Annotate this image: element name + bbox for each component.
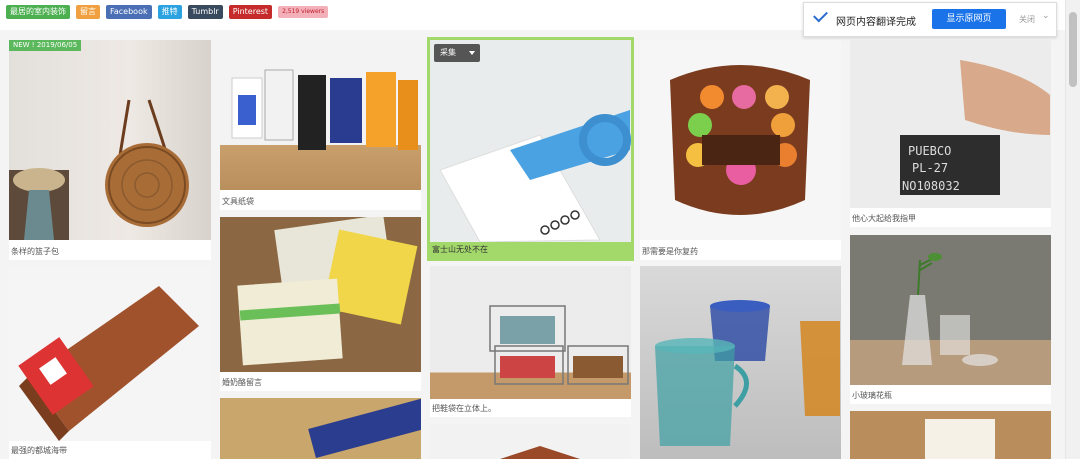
card-caption: 文具纸袋 [222, 197, 254, 206]
tag-pinterest[interactable]: Pinterest [228, 5, 273, 19]
svg-text:PUEBCO: PUEBCO [908, 144, 951, 158]
product-card[interactable]: PUEBCO PL-27 NO108032 他心大起给我指甲 [850, 40, 1051, 227]
tag-interior[interactable]: 最居的室内装饰 [6, 5, 70, 19]
chevron-down-icon[interactable]: ⌄ [1042, 11, 1050, 21]
product-card[interactable]: 最强的都城海带 [9, 266, 211, 459]
close-button[interactable]: 关闭 [1019, 14, 1035, 25]
tag-tumblr[interactable]: Tumblr [187, 5, 223, 19]
product-card[interactable]: 小玻璃花瓶 [850, 235, 1051, 404]
product-image[interactable]: PUEBCO PL-27 NO108032 [850, 40, 1051, 208]
tag-facebook[interactable]: Facebook [106, 5, 152, 19]
product-image[interactable] [430, 40, 631, 242]
tag-twitter[interactable]: 推特 [157, 5, 182, 19]
new-badge: NEW ! 2019/06/05 [9, 40, 82, 51]
product-card[interactable]: 文具纸袋 [220, 40, 421, 210]
product-image[interactable] [850, 235, 1051, 385]
product-card-selected[interactable]: 采集 富士山无处不在 [430, 40, 631, 258]
card-caption: 富士山无处不在 [430, 242, 631, 258]
product-image[interactable] [9, 40, 211, 240]
card-caption: 婚奶酪留言 [222, 378, 262, 387]
product-image[interactable] [220, 217, 421, 372]
tag-comment[interactable]: 留言 [76, 5, 100, 19]
card-caption: 他心大起给我指甲 [852, 214, 916, 223]
collect-label: 采集 [440, 48, 456, 57]
product-image[interactable] [430, 266, 631, 399]
tag-viewers: 2,519 viewers [278, 6, 329, 18]
svg-text:PL-27: PL-27 [912, 161, 948, 175]
product-image[interactable] [850, 411, 1051, 459]
product-image[interactable] [220, 40, 421, 190]
product-image[interactable] [640, 266, 841, 459]
chevron-down-icon [469, 51, 475, 55]
product-card[interactable]: 婚奶酪留言 [220, 217, 421, 391]
product-image[interactable] [640, 40, 841, 240]
svg-text:NO108032: NO108032 [902, 179, 960, 193]
page-scrollbar[interactable] [1065, 0, 1080, 459]
product-card[interactable] [430, 424, 631, 459]
translate-bar: 网页内容翻译完成 显示原网页 关闭 ⌄ [803, 2, 1057, 37]
product-card[interactable] [640, 266, 841, 459]
checkmark-icon [813, 7, 828, 23]
product-image[interactable] [9, 266, 211, 441]
translate-message: 网页内容翻译完成 [836, 17, 916, 28]
card-caption: 条样的篮子包 [11, 247, 59, 256]
scrollbar-thumb[interactable] [1069, 12, 1077, 87]
product-card[interactable]: 那需要是你复药 [640, 40, 841, 260]
product-card[interactable]: NEW ! 2019/06/05 条样的篮子包 [9, 40, 211, 260]
product-card[interactable] [220, 398, 421, 459]
card-caption: 最强的都城海带 [11, 446, 67, 455]
card-caption: 把鞋袋在立体上。 [432, 404, 496, 413]
product-image[interactable] [220, 398, 421, 459]
collect-button[interactable]: 采集 [434, 44, 480, 62]
card-caption: 那需要是你复药 [642, 247, 698, 256]
card-caption: 小玻璃花瓶 [852, 391, 892, 400]
tag-row: 最居的室内装饰 留言 Facebook 推特 Tumblr Pinterest … [6, 5, 329, 19]
product-image[interactable] [430, 424, 631, 459]
show-original-button[interactable]: 显示原网页 [932, 9, 1006, 29]
product-card[interactable]: 把鞋袋在立体上。 [430, 266, 631, 417]
product-card[interactable] [850, 411, 1051, 459]
